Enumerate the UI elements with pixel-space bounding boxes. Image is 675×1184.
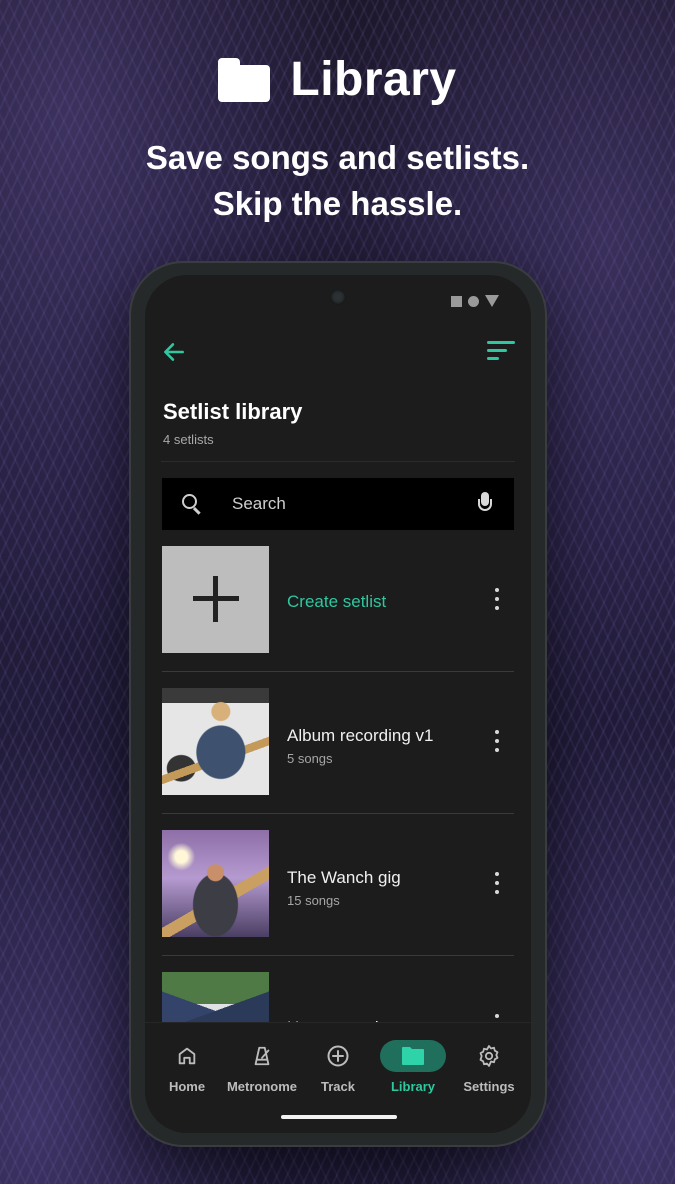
status-bar: [451, 295, 499, 307]
arrow-left-icon[interactable]: [161, 339, 187, 365]
promo-subtitle-line1: Save songs and setlists.: [145, 139, 530, 176]
nav-settings-label: Settings: [463, 1079, 515, 1094]
gear-icon: [479, 1045, 499, 1067]
setlist-name: The Wanch gig: [287, 868, 401, 887]
square-icon: [451, 295, 462, 307]
nav-home-label: Home: [168, 1079, 206, 1094]
nav-track[interactable]: Track: [300, 1041, 376, 1094]
microphone-icon[interactable]: [478, 492, 492, 516]
setlist-song-count: 15 songs: [287, 893, 340, 908]
nav-library-label: Library: [390, 1079, 436, 1094]
promo-subtitle-line2: Skip the hassle.: [212, 185, 463, 222]
folder-icon: [218, 57, 271, 102]
plus-circle-icon: [327, 1045, 349, 1067]
list-item[interactable]: Album recording v1 5 songs: [162, 688, 514, 814]
phone-frame: Setlist library 4 setlists Create setlis…: [131, 263, 545, 1145]
nav-track-label: Track: [321, 1079, 355, 1094]
nav-settings[interactable]: Settings: [451, 1041, 527, 1094]
home-icon: [178, 1047, 196, 1065]
list-item[interactable]: The Wanch gig 15 songs: [162, 830, 514, 956]
phone-screen: Setlist library 4 setlists Create setlis…: [145, 275, 531, 1133]
search-bar[interactable]: [162, 478, 514, 530]
album-thumbnail: [162, 688, 269, 795]
setlist-count: 4 setlists: [163, 432, 214, 447]
promo-title: Library: [0, 52, 675, 107]
search-icon: [182, 494, 202, 514]
more-vert-icon[interactable]: [494, 872, 500, 894]
sort-icon[interactable]: [487, 341, 515, 363]
metronome-icon: [254, 1046, 270, 1066]
gig-thumbnail: [162, 830, 269, 937]
top-app-bar: [145, 337, 531, 367]
nav-metronome-label: Metronome: [226, 1079, 298, 1094]
create-setlist-label: Create setlist: [287, 592, 387, 611]
setlist-name: Album recording v1: [287, 726, 434, 745]
more-vert-icon[interactable]: [494, 730, 500, 752]
search-input[interactable]: [230, 493, 478, 515]
bottom-navigation: Home Metronome Track Library Settings: [145, 1022, 531, 1133]
nav-home[interactable]: Home: [149, 1041, 225, 1094]
nav-library[interactable]: Library: [375, 1040, 451, 1094]
triangle-icon: [485, 295, 499, 307]
plus-icon: [162, 546, 269, 653]
divider: [161, 461, 515, 462]
folder-icon: [402, 1047, 424, 1065]
nav-metronome[interactable]: Metronome: [224, 1041, 300, 1094]
camera-icon: [330, 289, 346, 305]
circle-icon: [468, 295, 479, 307]
create-setlist-row[interactable]: Create setlist: [162, 546, 514, 672]
page-title: Setlist library: [163, 399, 303, 424]
promo-header: Library Save songs and setlists. Skip th…: [0, 52, 675, 227]
setlist-song-count: 5 songs: [287, 751, 333, 766]
promo-subtitle: Save songs and setlists. Skip the hassle…: [0, 135, 675, 227]
more-vert-icon[interactable]: [494, 588, 500, 610]
gesture-home-bar[interactable]: [281, 1115, 397, 1119]
promo-title-text: Library: [290, 53, 457, 106]
